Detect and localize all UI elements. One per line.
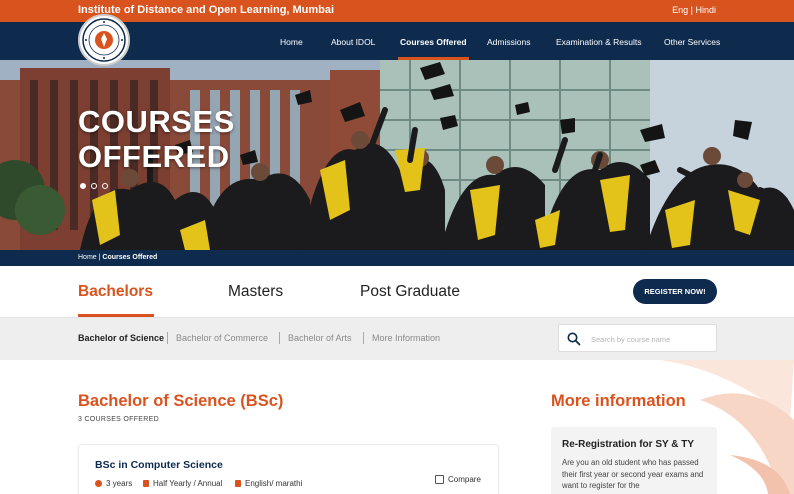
- breadcrumb-separator: |: [98, 254, 101, 261]
- book-icon: [235, 480, 241, 487]
- main-content: Bachelor of Science (BSc) 3 COURSES OFFE…: [0, 360, 794, 494]
- subtab-bachelor-of-arts[interactable]: Bachelor of Arts: [288, 333, 352, 343]
- compare-label: Compare: [448, 475, 481, 484]
- course-medium: English/ marathi: [235, 479, 302, 488]
- courses-count: 3 COURSES OFFERED: [78, 416, 159, 423]
- carousel-dots: [80, 183, 108, 189]
- carousel-dot-2[interactable]: [91, 183, 97, 189]
- nav-other-services[interactable]: Other Services: [664, 22, 720, 60]
- subtab-divider: [363, 332, 364, 344]
- course-duration-text: 3 years: [106, 479, 133, 488]
- course-medium-text: English/ marathi: [245, 479, 303, 488]
- info-card[interactable]: Re-Registration for SY & TY Are you an o…: [551, 427, 717, 494]
- hero-title-line-1: COURSES: [78, 104, 235, 139]
- breadcrumb-home-link[interactable]: Home: [78, 254, 97, 261]
- course-card[interactable]: BSc in Computer Science 3 years Half Yea…: [78, 444, 499, 494]
- calendar-icon: [143, 480, 149, 487]
- course-duration: 3 years: [95, 479, 132, 488]
- active-tab-indicator: [78, 314, 154, 317]
- nav-home[interactable]: Home: [280, 22, 303, 60]
- university-logo[interactable]: [78, 14, 130, 66]
- lang-separator: |: [690, 5, 693, 15]
- more-info-heading: More information: [551, 392, 686, 410]
- tab-post-graduate[interactable]: Post Graduate: [360, 283, 460, 301]
- course-exam-pattern-text: Half Yearly / Annual: [153, 479, 223, 488]
- language-switcher: Eng | Hindi: [672, 5, 716, 15]
- search-input[interactable]: [591, 330, 709, 348]
- hero-title: COURSES OFFERED: [78, 104, 235, 174]
- info-card-title: Re-Registration for SY & TY: [562, 439, 695, 450]
- tab-bachelors[interactable]: Bachelors: [78, 283, 153, 301]
- program-title: Bachelor of Science (BSc): [78, 392, 284, 410]
- subtab-divider: [279, 332, 280, 344]
- course-name[interactable]: BSc in Computer Science: [95, 459, 223, 471]
- checkbox-icon[interactable]: [435, 475, 444, 484]
- course-search: [558, 324, 717, 352]
- lang-english-link[interactable]: Eng: [672, 5, 688, 15]
- hero-title-line-2: OFFERED: [78, 139, 230, 174]
- nav-courses-offered[interactable]: Courses Offered: [398, 22, 469, 60]
- nav-admissions[interactable]: Admissions: [487, 22, 530, 60]
- nav-examination-results[interactable]: Examination & Results: [556, 22, 642, 60]
- subtab-bachelor-of-commerce[interactable]: Bachelor of Commerce: [176, 333, 268, 343]
- course-exam-pattern: Half Yearly / Annual: [143, 479, 222, 488]
- institute-title: Institute of Distance and Open Learning,…: [78, 4, 335, 16]
- lang-hindi-link[interactable]: Hindi: [695, 5, 716, 15]
- breadcrumb-current: Courses Offered: [102, 254, 158, 261]
- search-icon: [567, 332, 581, 346]
- info-card-text: Are you an old student who has passed th…: [562, 458, 704, 490]
- level-tabs: Bachelors Masters Post Graduate REGISTER…: [0, 266, 794, 318]
- nav-about-idol[interactable]: About IDOL: [331, 22, 375, 60]
- hero-banner: COURSES OFFERED: [0, 60, 794, 250]
- carousel-dot-3[interactable]: [102, 183, 108, 189]
- subtab-divider: [167, 332, 168, 344]
- degree-subtabs: Bachelor of Science Bachelor of Commerce…: [0, 318, 794, 360]
- register-now-button[interactable]: REGISTER NOW!: [633, 279, 717, 304]
- carousel-dot-1[interactable]: [80, 183, 86, 189]
- university-seal-icon: [82, 18, 126, 62]
- subtab-bachelor-of-science[interactable]: Bachelor of Science: [78, 333, 164, 343]
- breadcrumb: Home | Courses Offered: [0, 250, 794, 266]
- clock-icon: [95, 480, 102, 487]
- tab-masters[interactable]: Masters: [228, 283, 283, 301]
- subtab-more-information[interactable]: More Information: [372, 333, 440, 343]
- compare-checkbox[interactable]: Compare: [435, 475, 481, 484]
